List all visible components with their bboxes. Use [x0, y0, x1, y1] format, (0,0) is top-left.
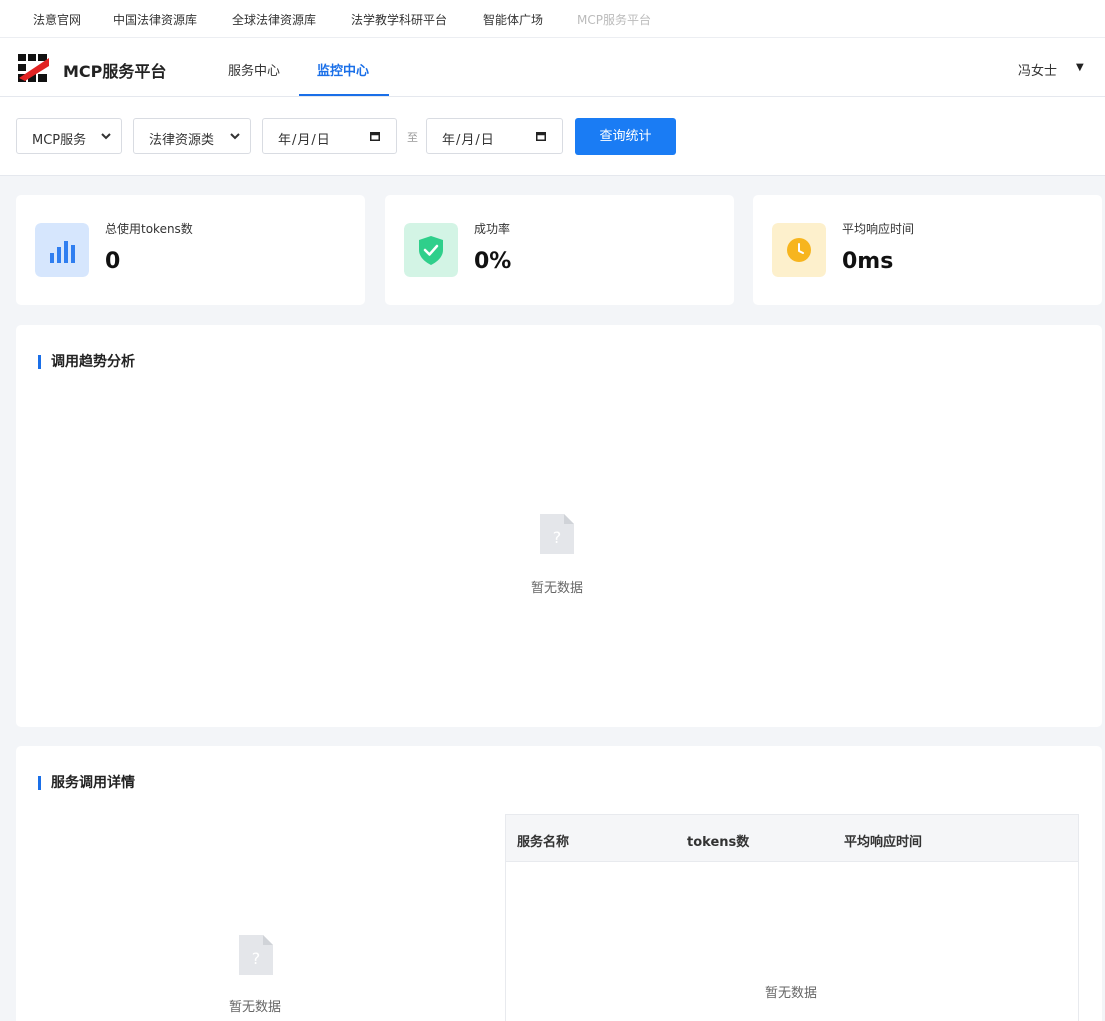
top-nav-bar: 法意官网 中国法律资源库 全球法律资源库 法学教学科研平台 智能体广场 MCP服…: [0, 0, 1105, 38]
stat-label-success-rate: 成功率: [474, 222, 511, 236]
category-value: 法律资源类: [149, 133, 215, 148]
clock-icon: [772, 223, 826, 277]
service-type-select[interactable]: MCP服务: [16, 118, 122, 154]
top-nav-fayi-official[interactable]: 法意官网: [33, 11, 81, 28]
column-header-avg-response[interactable]: 平均响应时间: [844, 831, 922, 850]
tab-monitor-center[interactable]: 监控中心: [317, 60, 369, 79]
svg-text:?: ?: [553, 528, 562, 547]
chevron-down-icon: [101, 133, 111, 140]
top-nav-mcp-platform[interactable]: MCP服务平台: [577, 11, 651, 28]
details-section-title: 服务调用详情: [38, 776, 135, 790]
end-date-value: 年/月/日: [442, 133, 495, 148]
query-stats-button[interactable]: 查询统计: [575, 118, 676, 155]
user-menu-caret-icon[interactable]: ▼: [1076, 62, 1084, 73]
start-date-input[interactable]: 年/月/日: [262, 118, 397, 154]
stat-card-success-rate: 成功率 0%: [385, 195, 734, 305]
details-chart-empty-text: 暂无数据: [229, 1000, 282, 1015]
table-empty-text: 暂无数据: [765, 986, 818, 1001]
stat-card-tokens: 总使用tokens数 0: [16, 195, 365, 305]
stat-card-avg-response: 平均响应时间 0ms: [753, 195, 1102, 305]
svg-text:?: ?: [252, 949, 261, 968]
empty-data-icon: ?: [239, 935, 273, 975]
bar-chart-icon: [35, 223, 89, 277]
chevron-down-icon: [230, 133, 240, 140]
stat-value-tokens: 0: [105, 249, 121, 274]
top-nav-agent-square[interactable]: 智能体广场: [483, 11, 543, 28]
calendar-icon: [370, 132, 380, 141]
trend-section-title: 调用趋势分析: [38, 355, 135, 369]
active-tab-indicator: [299, 94, 389, 96]
brand-logo-icon: [16, 52, 49, 83]
user-name[interactable]: 冯女士: [1018, 60, 1057, 79]
empty-data-icon: ?: [540, 514, 574, 554]
start-date-value: 年/月/日: [278, 133, 331, 148]
stat-value-avg-response: 0ms: [842, 249, 894, 274]
stat-label-tokens: 总使用tokens数: [105, 222, 193, 236]
table-header: 服务名称 tokens数 平均响应时间: [506, 815, 1078, 862]
top-nav-global-legal-db[interactable]: 全球法律资源库: [232, 11, 316, 28]
stat-label-avg-response: 平均响应时间: [842, 222, 915, 236]
service-type-value: MCP服务: [32, 133, 87, 148]
calendar-icon: [536, 132, 546, 141]
column-header-tokens[interactable]: tokens数: [687, 831, 749, 850]
app-header: MCP服务平台 服务中心 监控中心 冯女士 ▼: [0, 38, 1105, 97]
trend-empty-text: 暂无数据: [531, 581, 584, 596]
end-date-input[interactable]: 年/月/日: [426, 118, 563, 154]
top-nav-china-legal-db[interactable]: 中国法律资源库: [113, 11, 197, 28]
stat-value-success-rate: 0%: [474, 249, 512, 274]
date-range-separator: 至: [407, 131, 418, 144]
column-header-service-name[interactable]: 服务名称: [517, 831, 569, 850]
tab-service-center[interactable]: 服务中心: [228, 60, 280, 79]
top-nav-teaching-platform[interactable]: 法学教学科研平台: [351, 11, 447, 28]
brand-name: MCP服务平台: [63, 62, 167, 81]
service-details-table: 服务名称 tokens数 平均响应时间 暂无数据: [505, 814, 1079, 1021]
filter-bar: MCP服务 法律资源类 年/月/日 至 年/月/日 查询统计: [0, 97, 1105, 176]
category-select[interactable]: 法律资源类: [133, 118, 251, 154]
trend-panel: 调用趋势分析 ? 暂无数据: [16, 325, 1102, 727]
shield-check-icon: [404, 223, 458, 277]
